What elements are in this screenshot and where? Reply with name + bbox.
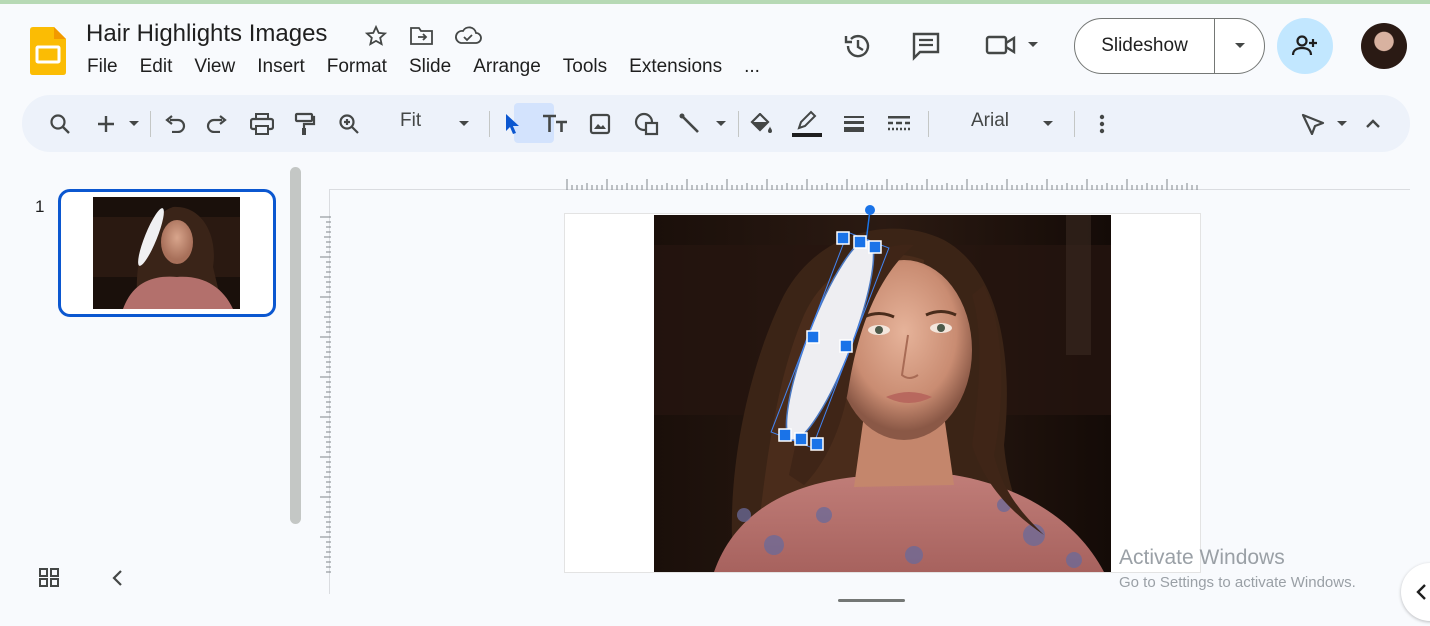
windows-activation-watermark: Activate Windows Go to Settings to activ… <box>1119 546 1356 591</box>
resize-handle[interactable] <box>853 235 867 249</box>
rotation-handle[interactable] <box>865 205 875 215</box>
slides-app: Hair Highlights Images File Edit View In… <box>0 0 1430 626</box>
resize-handle[interactable] <box>868 240 882 254</box>
resize-handle[interactable] <box>810 437 824 451</box>
speaker-notes-drag-handle[interactable] <box>838 599 905 602</box>
resize-handle[interactable] <box>794 432 808 446</box>
resize-handle[interactable] <box>836 231 850 245</box>
resize-handle[interactable] <box>778 428 792 442</box>
chevron-left-icon <box>1415 583 1427 606</box>
resize-handle[interactable] <box>806 330 820 344</box>
watermark-line-2: Go to Settings to activate Windows. <box>1119 574 1356 591</box>
resize-handle[interactable] <box>839 339 853 353</box>
selected-shape-layer <box>770 205 890 451</box>
watermark-line-1: Activate Windows <box>1119 546 1285 569</box>
ellipse-shape[interactable] <box>771 232 889 448</box>
